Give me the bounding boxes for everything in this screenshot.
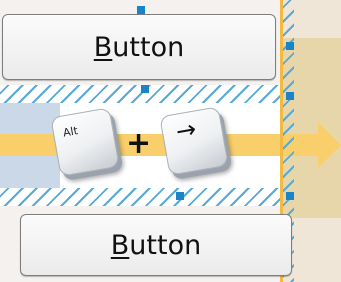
alt-key: Alt: [50, 107, 120, 177]
right-arrow-key: →: [159, 106, 229, 176]
button-top-access-key: B: [93, 31, 113, 63]
selection-handle-right-top[interactable]: [286, 42, 294, 50]
button-top-label: utton: [112, 31, 185, 63]
button-bottom[interactable]: Button: [20, 214, 292, 276]
plus-sign: +: [126, 126, 152, 161]
selection-handle-row-top[interactable]: [141, 85, 149, 93]
selection-handle-right-bottom[interactable]: [286, 192, 294, 200]
selection-handle-right-mid[interactable]: [286, 92, 294, 100]
right-arrow-icon: →: [173, 114, 199, 146]
selection-handle-top[interactable]: [137, 6, 145, 14]
bottom-margin-hatch: [0, 188, 282, 206]
flow-arrow-shaft: [0, 134, 320, 156]
flow-arrow-head: [318, 122, 341, 168]
button-top[interactable]: Button: [2, 14, 276, 80]
button-bottom-label: utton: [129, 229, 202, 261]
canvas: Button Alt + → Button: [0, 0, 341, 282]
alt-key-label: Alt: [62, 124, 79, 140]
selection-handle-row-bottom[interactable]: [176, 192, 184, 200]
button-bottom-access-key: B: [110, 229, 130, 261]
